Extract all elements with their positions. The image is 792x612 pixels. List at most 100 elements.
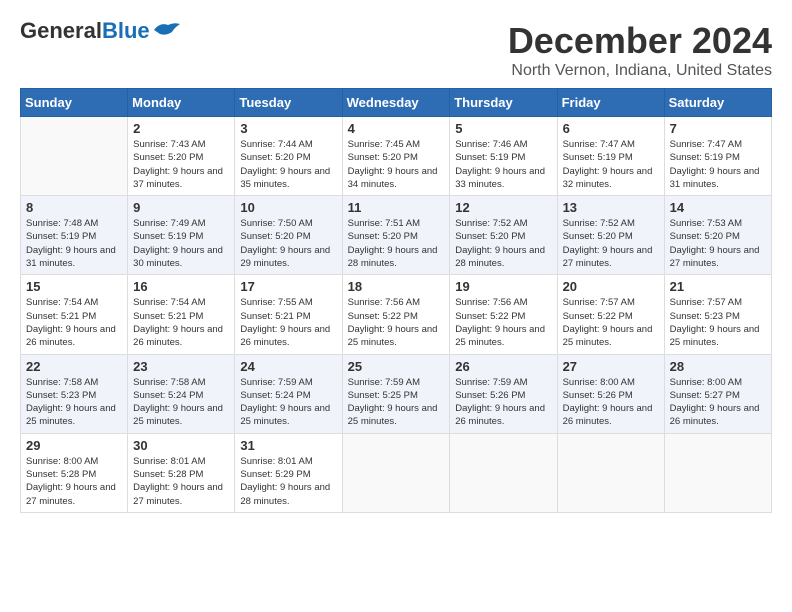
logo-general: General xyxy=(20,18,102,43)
table-row: 31Sunrise: 8:01 AMSunset: 5:29 PMDayligh… xyxy=(235,433,342,512)
day-number: 25 xyxy=(348,359,445,374)
table-row: 21Sunrise: 7:57 AMSunset: 5:23 PMDayligh… xyxy=(664,275,771,354)
table-row: 28Sunrise: 8:00 AMSunset: 5:27 PMDayligh… xyxy=(664,354,771,433)
sunrise-text: Sunrise: 8:01 AM xyxy=(133,456,205,467)
daylight-text: Daylight: 9 hours and 26 minutes. xyxy=(133,324,223,348)
table-row: 8Sunrise: 7:48 AMSunset: 5:19 PMDaylight… xyxy=(21,196,128,275)
table-row: 7 Sunrise: 7:47 AMSunset: 5:19 PMDaylight… xyxy=(664,117,771,196)
day-info: Sunrise: 7:51 AMSunset: 5:20 PMDaylight:… xyxy=(348,217,445,270)
day-info: Sunrise: 7:59 AM Sunset: 5:24 PM Daylight:… xyxy=(240,376,336,429)
table-row: 11Sunrise: 7:51 AMSunset: 5:20 PMDayligh… xyxy=(342,196,450,275)
daylight-text: Daylight: 9 hours and 25 minutes. xyxy=(455,324,545,348)
sunrise-text: Sunrise: 7:58 AM xyxy=(26,377,98,388)
sunset-text: Sunset: 5:20 PM xyxy=(133,152,203,163)
daylight-text: Daylight: 9 hours and 29 minutes. xyxy=(240,245,330,269)
daylight-text: Daylight: 9 hours and 25 minutes. xyxy=(348,324,438,348)
daylight-text: Daylight: 9 hours and 30 minutes. xyxy=(133,245,223,269)
day-number: 2 xyxy=(133,121,229,136)
day-number: 9 xyxy=(133,200,229,215)
sunrise-text: Sunrise: 7:47 AM xyxy=(670,139,742,150)
daylight-text: Daylight: 9 hours and 28 minutes. xyxy=(455,245,545,269)
daylight-text: Daylight: 9 hours and 28 minutes. xyxy=(240,482,330,506)
table-row: 10Sunrise: 7:50 AMSunset: 5:20 PMDayligh… xyxy=(235,196,342,275)
table-row: 4Sunrise: 7:45 AMSunset: 5:20 PMDaylight… xyxy=(342,117,450,196)
table-row: 25Sunrise: 7:59 AMSunset: 5:25 PMDayligh… xyxy=(342,354,450,433)
sunset-text: Sunset: 5:24 PM xyxy=(240,390,310,401)
sunrise-text: Sunrise: 7:59 AM xyxy=(455,377,527,388)
table-row xyxy=(557,433,664,512)
day-info: Sunrise: 7:47 AMSunset: 5:19 PMDaylight:… xyxy=(670,138,766,191)
day-info: Sunrise: 7:54 AMSunset: 5:21 PMDaylight:… xyxy=(133,296,229,349)
daylight-text: Daylight: 9 hours and 33 minutes. xyxy=(455,166,545,190)
day-number: 7 xyxy=(670,121,766,136)
day-number: 20 xyxy=(563,279,659,294)
sunset-text: Sunset: 5:20 PM xyxy=(348,231,418,242)
daylight-text: Daylight: 9 hours and 31 minutes. xyxy=(670,166,760,190)
day-info: Sunrise: 7:58 AMSunset: 5:24 PMDaylight:… xyxy=(133,376,229,429)
day-info: Sunrise: 7:47 AMSunset: 5:19 PMDaylight:… xyxy=(563,138,659,191)
sunset-text: Sunset: 5:26 PM xyxy=(563,390,633,401)
sunset-text: Sunset: 5:27 PM xyxy=(670,390,740,401)
sunset-text: Sunset: 5:20 PM xyxy=(240,231,310,242)
sunset-text: Sunset: 5:26 PM xyxy=(455,390,525,401)
sunrise-text: Sunrise: 7:52 AM xyxy=(563,218,635,229)
day-number: 18 xyxy=(348,279,445,294)
sunrise-text: Sunrise: 7:53 AM xyxy=(670,218,742,229)
daylight-text: Daylight: 9 hours and 25 minutes. xyxy=(240,403,330,427)
daylight-text: Daylight: 9 hours and 26 minutes. xyxy=(563,403,653,427)
day-info: Sunrise: 8:00 AM Sunset: 5:26 PM Daylight:… xyxy=(563,376,659,429)
daylight-text: Daylight: 9 hours and 26 minutes. xyxy=(455,403,545,427)
table-row: 27Sunrise: 8:00 AMSunset: 5:26 PMDayligh… xyxy=(557,354,664,433)
daylight-text: Daylight: 9 hours and 37 minutes. xyxy=(133,166,223,190)
sunrise-text: Sunrise: 7:59 AM xyxy=(240,377,312,388)
col-tuesday: Tuesday xyxy=(235,89,342,117)
col-sunday: Sunday xyxy=(21,89,128,117)
sunset-text: Sunset: 5:19 PM xyxy=(26,231,96,242)
sunrise-text: Sunrise: 8:00 AM xyxy=(563,377,635,388)
sunset-text: Sunset: 5:23 PM xyxy=(26,390,96,401)
sunset-text: Sunset: 5:20 PM xyxy=(348,152,418,163)
sunset-text: Sunset: 5:21 PM xyxy=(240,311,310,322)
logo: GeneralBlue xyxy=(20,20,182,45)
sunset-text: Sunset: 5:20 PM xyxy=(455,231,525,242)
table-row: 17Sunrise: 7:55 AMSunset: 5:21 PMDayligh… xyxy=(235,275,342,354)
title-area: December 2024 North Vernon, Indiana, Uni… xyxy=(508,20,772,80)
day-info: Sunrise: 7:48 AMSunset: 5:19 PMDaylight:… xyxy=(26,217,122,270)
day-info: Sunrise: 7:53 AMSunset: 5:20 PMDaylight:… xyxy=(670,217,766,270)
sunset-text: Sunset: 5:29 PM xyxy=(240,469,310,480)
calendar-header-row: Sunday Monday Tuesday Wednesday Thursday… xyxy=(21,89,772,117)
day-info: Sunrise: 7:54 AMSunset: 5:21 PMDaylight:… xyxy=(26,296,122,349)
sunrise-text: Sunrise: 7:52 AM xyxy=(455,218,527,229)
sunrise-text: Sunrise: 7:51 AM xyxy=(348,218,420,229)
table-row: 13Sunrise: 7:52 AMSunset: 5:20 PMDayligh… xyxy=(557,196,664,275)
day-info: Sunrise: 7:57 AMSunset: 5:23 PMDaylight:… xyxy=(670,296,766,349)
sunrise-text: Sunrise: 7:57 AM xyxy=(670,297,742,308)
sunset-text: Sunset: 5:21 PM xyxy=(26,311,96,322)
table-row: 19Sunrise: 7:56 AMSunset: 5:22 PMDayligh… xyxy=(450,275,557,354)
day-info: Sunrise: 7:43 AMSunset: 5:20 PMDaylight:… xyxy=(133,138,229,191)
day-number: 16 xyxy=(133,279,229,294)
table-row: 9Sunrise: 7:49 AMSunset: 5:19 PMDaylight… xyxy=(128,196,235,275)
month-title: December 2024 xyxy=(508,20,772,62)
sunset-text: Sunset: 5:21 PM xyxy=(133,311,203,322)
sunrise-text: Sunrise: 8:01 AM xyxy=(240,456,312,467)
day-number: 13 xyxy=(563,200,659,215)
calendar-week-row: 8Sunrise: 7:48 AMSunset: 5:19 PMDaylight… xyxy=(21,196,772,275)
daylight-text: Daylight: 9 hours and 31 minutes. xyxy=(26,245,116,269)
table-row: 12Sunrise: 7:52 AMSunset: 5:20 PMDayligh… xyxy=(450,196,557,275)
table-row: 2 Sunrise: 7:43 AMSunset: 5:20 PMDaylight… xyxy=(128,117,235,196)
day-number: 29 xyxy=(26,438,122,453)
sunrise-text: Sunrise: 7:55 AM xyxy=(240,297,312,308)
sunset-text: Sunset: 5:20 PM xyxy=(240,152,310,163)
calendar-week-row: 2 Sunrise: 7:43 AMSunset: 5:20 PMDaylight… xyxy=(21,117,772,196)
daylight-text: Daylight: 9 hours and 27 minutes. xyxy=(133,482,223,506)
calendar-week-row: 29Sunrise: 8:00 AMSunset: 5:28 PMDayligh… xyxy=(21,433,772,512)
table-row: 22Sunrise: 7:58 AMSunset: 5:23 PMDayligh… xyxy=(21,354,128,433)
day-info: Sunrise: 7:45 AMSunset: 5:20 PMDaylight:… xyxy=(348,138,445,191)
day-info: Sunrise: 7:52 AM Sunset: 5:20 PM Daylight:… xyxy=(455,217,551,270)
day-number: 3 xyxy=(240,121,336,136)
logo-bird-icon xyxy=(152,20,182,45)
day-info: Sunrise: 7:57 AMSunset: 5:22 PMDaylight:… xyxy=(563,296,659,349)
daylight-text: Daylight: 9 hours and 25 minutes. xyxy=(133,403,223,427)
table-row: 26Sunrise: 7:59 AMSunset: 5:26 PMDayligh… xyxy=(450,354,557,433)
